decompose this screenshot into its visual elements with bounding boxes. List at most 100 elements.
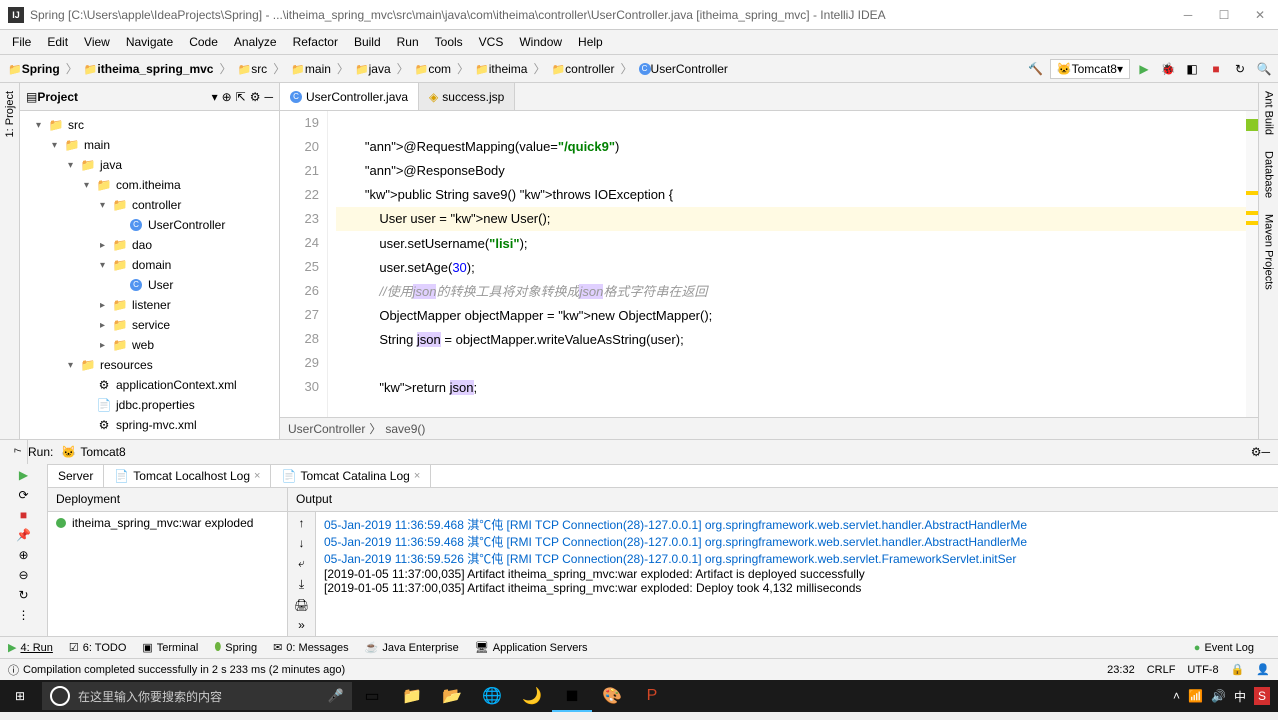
tree-node-web[interactable]: ▸📁web — [20, 335, 279, 355]
tree-arrow[interactable]: ▸ — [100, 320, 112, 331]
build-button[interactable]: 🔨 — [1026, 59, 1046, 79]
tool-run[interactable]: ▶4: Run — [8, 641, 53, 654]
down-icon[interactable]: ↓ — [299, 536, 305, 550]
tray-ime-icon[interactable]: 中 — [1234, 688, 1246, 705]
editor-tab-usercontroller[interactable]: C UserController.java — [280, 83, 419, 110]
menu-build[interactable]: Build — [346, 31, 389, 53]
marker-bar[interactable] — [1246, 111, 1258, 417]
tree-node-resources[interactable]: ▾📁resources — [20, 355, 279, 375]
bc-module[interactable]: itheima_spring_mvc — [80, 60, 218, 78]
menu-file[interactable]: File — [4, 31, 39, 53]
bc-java[interactable]: java — [351, 60, 395, 78]
project-tree[interactable]: ▾📁src▾📁main▾📁java▾📁com.itheima▾📁controll… — [20, 111, 279, 439]
tree-arrow[interactable]: ▾ — [52, 140, 64, 151]
crumb-class[interactable]: UserController — [288, 422, 365, 436]
tree-node-src[interactable]: ▾📁src — [20, 115, 279, 135]
deployment-item[interactable]: itheima_spring_mvc:war exploded — [48, 512, 287, 534]
coverage-button[interactable]: ◧ — [1182, 59, 1202, 79]
stop-button[interactable]: ■ — [1206, 59, 1226, 79]
project-tool-tab[interactable]: 1: Project — [2, 83, 18, 145]
refresh-button[interactable]: ↻ — [18, 588, 28, 602]
localhost-log-tab[interactable]: 📄Tomcat Localhost Log× — [104, 465, 271, 487]
menu-run[interactable]: Run — [389, 31, 427, 53]
warning-marker[interactable] — [1246, 221, 1258, 225]
menu-refactor[interactable]: Refactor — [285, 31, 346, 53]
more-button[interactable]: ⋮ — [18, 608, 30, 622]
tool-java-ee[interactable]: ☕Java Enterprise — [365, 641, 459, 654]
menu-analyze[interactable]: Analyze — [226, 31, 285, 53]
menu-help[interactable]: Help — [570, 31, 611, 53]
start-button[interactable]: ⊞ — [0, 680, 40, 712]
artifact-button[interactable]: ⊖ — [18, 568, 28, 582]
wrap-icon[interactable]: ⤶ — [298, 556, 305, 571]
tray-network-icon[interactable]: 📶 — [1188, 689, 1203, 703]
tree-node-controller[interactable]: ▾📁controller — [20, 195, 279, 215]
tree-node-user[interactable]: CUser — [20, 275, 279, 295]
status-line-ending[interactable]: CRLF — [1147, 664, 1176, 676]
update-app-button[interactable]: ⟳ — [18, 488, 28, 502]
expand-icon[interactable]: » — [298, 618, 305, 632]
tool-messages[interactable]: ✉0: Messages — [273, 641, 349, 654]
tree-node-usercontroller[interactable]: CUserController — [20, 215, 279, 235]
search-button[interactable]: 🔍 — [1254, 59, 1274, 79]
run-hide-icon[interactable]: ─ — [1261, 445, 1270, 459]
warning-marker[interactable] — [1246, 211, 1258, 215]
console-output[interactable]: 05-Jan-2019 11:36:59.468 淇℃伅 [RMI TCP Co… — [316, 512, 1278, 636]
close-icon[interactable]: × — [414, 470, 420, 482]
taskbar-app[interactable]: 📁 — [392, 680, 432, 712]
taskbar-powerpoint[interactable]: P — [632, 680, 672, 712]
lock-icon[interactable]: 🔒 — [1231, 663, 1245, 676]
tree-node-spring-mvc-xml[interactable]: ⚙spring-mvc.xml — [20, 415, 279, 435]
bc-file[interactable]: CUserController — [635, 60, 732, 78]
tree-arrow[interactable]: ▸ — [100, 240, 112, 251]
tool-app-servers[interactable]: 🖥Application Servers — [475, 641, 588, 654]
bc-controller[interactable]: controller — [547, 60, 618, 78]
tree-node-com-itheima[interactable]: ▾📁com.itheima — [20, 175, 279, 195]
run-button[interactable]: ▶ — [1134, 59, 1154, 79]
tree-node-dao[interactable]: ▸📁dao — [20, 235, 279, 255]
collapse-all-icon[interactable]: ⇱ — [236, 90, 246, 104]
stop-run-button[interactable]: ■ — [20, 508, 27, 522]
inspect-icon[interactable]: 👤 — [1256, 663, 1270, 676]
status-encoding[interactable]: UTF-8 — [1187, 664, 1218, 676]
taskbar-chrome[interactable]: 🌐 — [472, 680, 512, 712]
update-button[interactable]: ↻ — [1230, 59, 1250, 79]
menu-code[interactable]: Code — [181, 31, 226, 53]
database-tab[interactable]: Database — [1261, 143, 1277, 206]
bc-itheima[interactable]: itheima — [471, 60, 531, 78]
tool-terminal[interactable]: ▣Terminal — [142, 641, 198, 654]
menu-window[interactable]: Window — [511, 31, 570, 53]
menu-navigate[interactable]: Navigate — [118, 31, 181, 53]
tree-arrow[interactable]: ▾ — [84, 180, 96, 191]
tree-node-jdbc-properties[interactable]: 📄jdbc.properties — [20, 395, 279, 415]
run-settings-icon[interactable]: ⚙ — [1251, 445, 1262, 459]
server-tab[interactable]: Server — [48, 465, 104, 487]
event-log[interactable]: ●Event Log — [1194, 642, 1254, 654]
taskbar-intellij[interactable]: ◼ — [552, 680, 592, 712]
maximize-button[interactable]: ☐ — [1214, 5, 1234, 25]
bc-spring[interactable]: Spring — [4, 60, 64, 78]
tree-node-domain[interactable]: ▾📁domain — [20, 255, 279, 275]
tree-arrow[interactable]: ▸ — [100, 300, 112, 311]
bc-main[interactable]: main — [287, 60, 335, 78]
close-icon[interactable]: × — [254, 470, 260, 482]
rerun-button[interactable]: ▶ — [19, 468, 28, 482]
tree-arrow[interactable]: ▾ — [100, 200, 112, 211]
mic-icon[interactable]: 🎤 — [328, 688, 344, 704]
tool-spring[interactable]: ⬮Spring — [214, 641, 257, 654]
catalina-log-tab[interactable]: 📄Tomcat Catalina Log× — [271, 465, 431, 487]
menu-view[interactable]: View — [76, 31, 118, 53]
tree-arrow[interactable]: ▾ — [68, 360, 80, 371]
warning-marker[interactable] — [1246, 191, 1258, 195]
up-icon[interactable]: ↑ — [299, 516, 305, 530]
tree-arrow[interactable]: ▾ — [68, 160, 80, 171]
editor-tab-success[interactable]: ◈ success.jsp — [419, 83, 515, 110]
menu-edit[interactable]: Edit — [39, 31, 76, 53]
task-view[interactable]: ▭ — [352, 680, 392, 712]
ant-build-tab[interactable]: Ant Build — [1261, 83, 1277, 143]
bc-com[interactable]: com — [411, 60, 455, 78]
tray-ime2-icon[interactable]: S — [1254, 687, 1270, 705]
tray-up-icon[interactable]: ˄ — [1173, 689, 1180, 703]
debug-button[interactable]: 🐞 — [1158, 59, 1178, 79]
pin-button[interactable]: 📌 — [16, 528, 31, 542]
